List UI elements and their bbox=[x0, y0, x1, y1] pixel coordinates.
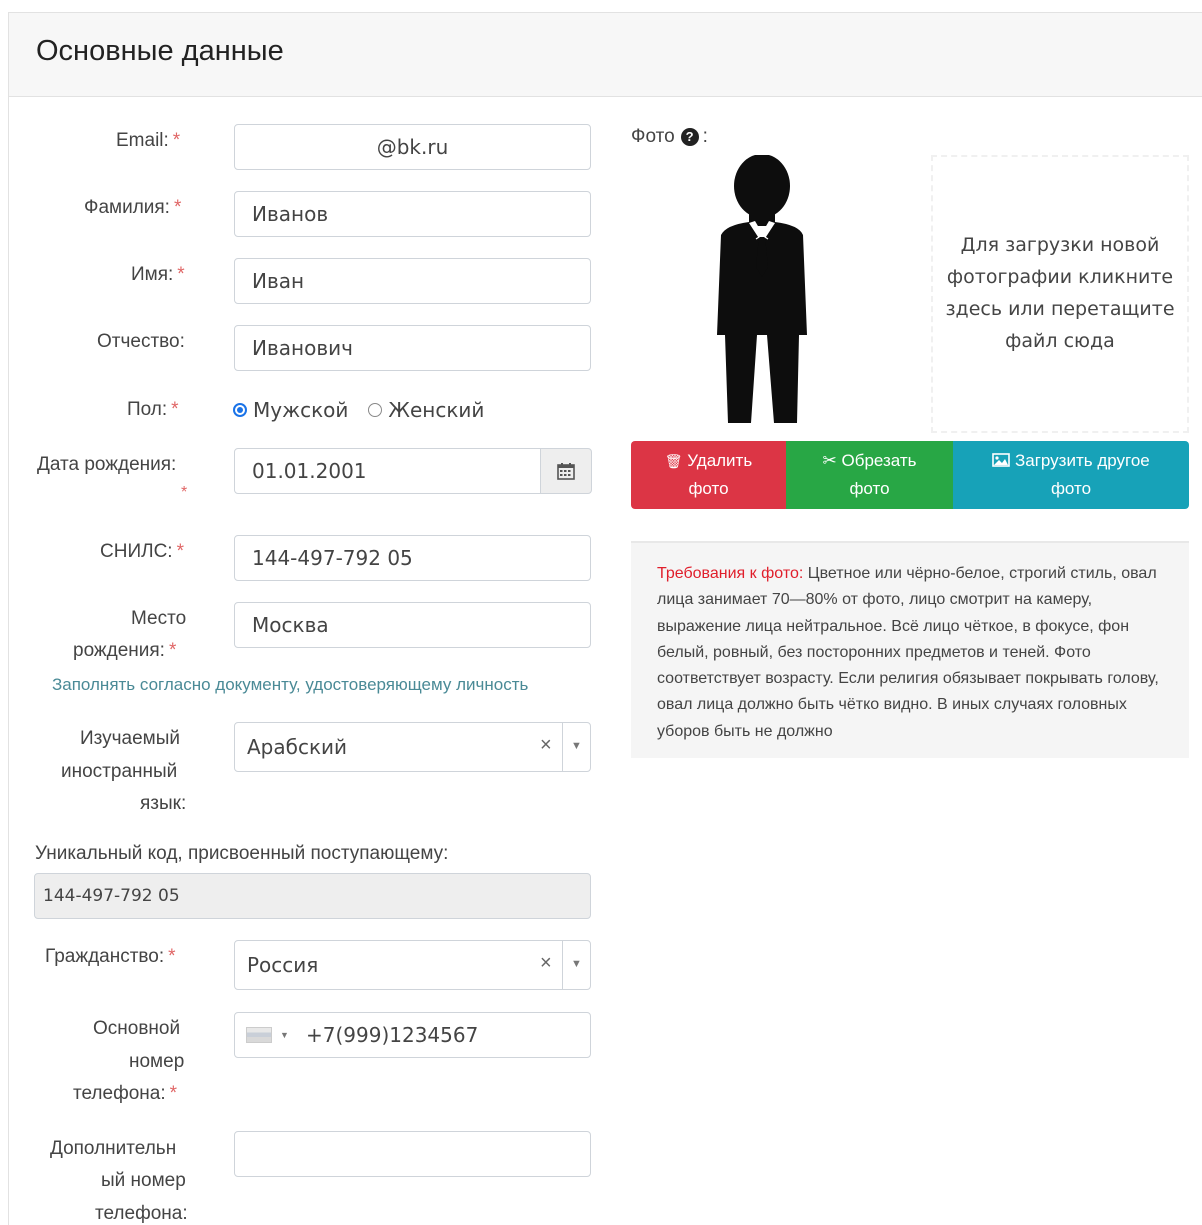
calendar-button[interactable] bbox=[540, 448, 592, 494]
country-flag-icon[interactable] bbox=[246, 1027, 272, 1043]
name-field[interactable]: Иван bbox=[234, 258, 591, 304]
language-chevron-down-icon[interactable]: ▼ bbox=[571, 740, 582, 752]
language-clear-icon[interactable]: × bbox=[540, 734, 552, 757]
phone-extra-label-line3: телефона: bbox=[95, 1203, 188, 1224]
language-select-divider bbox=[562, 723, 563, 771]
unique-code-label: Уникальный код, присвоенный поступающему… bbox=[35, 843, 449, 864]
phone-main-label-line1: Основной bbox=[93, 1018, 181, 1039]
photo-dropzone[interactable]: Для загрузки новой фотографии кликните з… bbox=[931, 155, 1189, 433]
language-label-line3: язык: bbox=[140, 793, 187, 814]
country-chevron-down-icon[interactable]: ▼ bbox=[280, 1030, 289, 1040]
scissors-icon: ✂ bbox=[822, 451, 837, 470]
citizenship-chevron-down-icon[interactable]: ▼ bbox=[571, 958, 582, 970]
snils-label: СНИЛС: * bbox=[100, 541, 184, 562]
citizenship-clear-icon[interactable]: × bbox=[540, 952, 552, 975]
phone-extra-label-line2: ый номер bbox=[101, 1170, 186, 1191]
gender-male-label[interactable]: Мужской bbox=[253, 398, 348, 422]
gender-female-radio[interactable] bbox=[368, 403, 383, 417]
gender-female-label[interactable]: Женский bbox=[388, 398, 484, 422]
citizenship-select[interactable]: Россия bbox=[234, 940, 591, 990]
gender-radio-group: Мужской Женский bbox=[233, 393, 504, 427]
phone-main-label-line2: номер bbox=[129, 1051, 185, 1072]
patronymic-field[interactable]: Иванович bbox=[234, 325, 591, 371]
birthplace-field[interactable]: Москва bbox=[234, 602, 591, 648]
phone-extra-field[interactable] bbox=[234, 1131, 591, 1177]
photo-preview[interactable] bbox=[631, 154, 931, 433]
language-label-line2: иностранный bbox=[61, 761, 178, 782]
snils-field[interactable]: 144-497-792 05 bbox=[234, 535, 591, 581]
gender-male-radio[interactable] bbox=[233, 403, 247, 417]
patronymic-label: Отчество: bbox=[97, 331, 185, 352]
upload-photo-button[interactable]: Загрузить другое фото bbox=[953, 441, 1189, 509]
photo-requirements-text: Цветное или чёрно-белое, строгий стиль, … bbox=[657, 565, 1159, 740]
panel-heading: Основные данные bbox=[9, 13, 1202, 97]
photo-requirements: Требования к фото: Цветное или чёрно-бел… bbox=[631, 541, 1189, 758]
email-field[interactable]: @bk.ru bbox=[234, 124, 591, 170]
photo-requirements-title: Требования к фото: bbox=[657, 565, 804, 582]
image-icon bbox=[992, 451, 1015, 470]
citizenship-select-divider bbox=[562, 941, 563, 989]
person-silhouette-icon bbox=[717, 154, 807, 423]
citizenship-label: Гражданство: * bbox=[45, 946, 176, 967]
surname-label: Фамилия: * bbox=[84, 197, 182, 218]
surname-field[interactable]: Иванов bbox=[234, 191, 591, 237]
birthplace-label-line2: рождения: * bbox=[73, 640, 177, 661]
calendar-icon bbox=[557, 463, 575, 480]
gender-label: Пол: * bbox=[127, 399, 179, 420]
birthdate-required-mark: * bbox=[181, 484, 188, 501]
email-label: Email: * bbox=[116, 130, 181, 151]
panel-title: Основные данные bbox=[36, 35, 284, 67]
phone-main-label-line3: телефона: * bbox=[73, 1083, 178, 1104]
language-select[interactable]: Арабский bbox=[234, 722, 591, 772]
trash-icon: 🗑 bbox=[664, 453, 683, 469]
birthdate-label: Дата рождения: bbox=[37, 454, 177, 475]
language-label-line1: Изучаемый bbox=[80, 728, 181, 749]
photo-label: Фото ? : bbox=[631, 126, 708, 147]
unique-code-field: 144-497-792 05 bbox=[34, 873, 591, 919]
birthdate-field[interactable]: 01.01.2001 bbox=[234, 448, 541, 494]
crop-photo-button[interactable]: ✂ Обрезать фото bbox=[786, 441, 953, 509]
help-icon[interactable]: ? bbox=[680, 128, 699, 146]
birthplace-hint: Заполнять согласно документу, удостоверя… bbox=[52, 675, 529, 694]
phone-extra-label-line1: Дополнительн bbox=[50, 1138, 177, 1159]
delete-photo-button[interactable]: 🗑 Удалить фото bbox=[631, 441, 786, 509]
birthplace-label-line1: Место bbox=[131, 608, 187, 629]
name-label: Имя: * bbox=[131, 264, 185, 285]
